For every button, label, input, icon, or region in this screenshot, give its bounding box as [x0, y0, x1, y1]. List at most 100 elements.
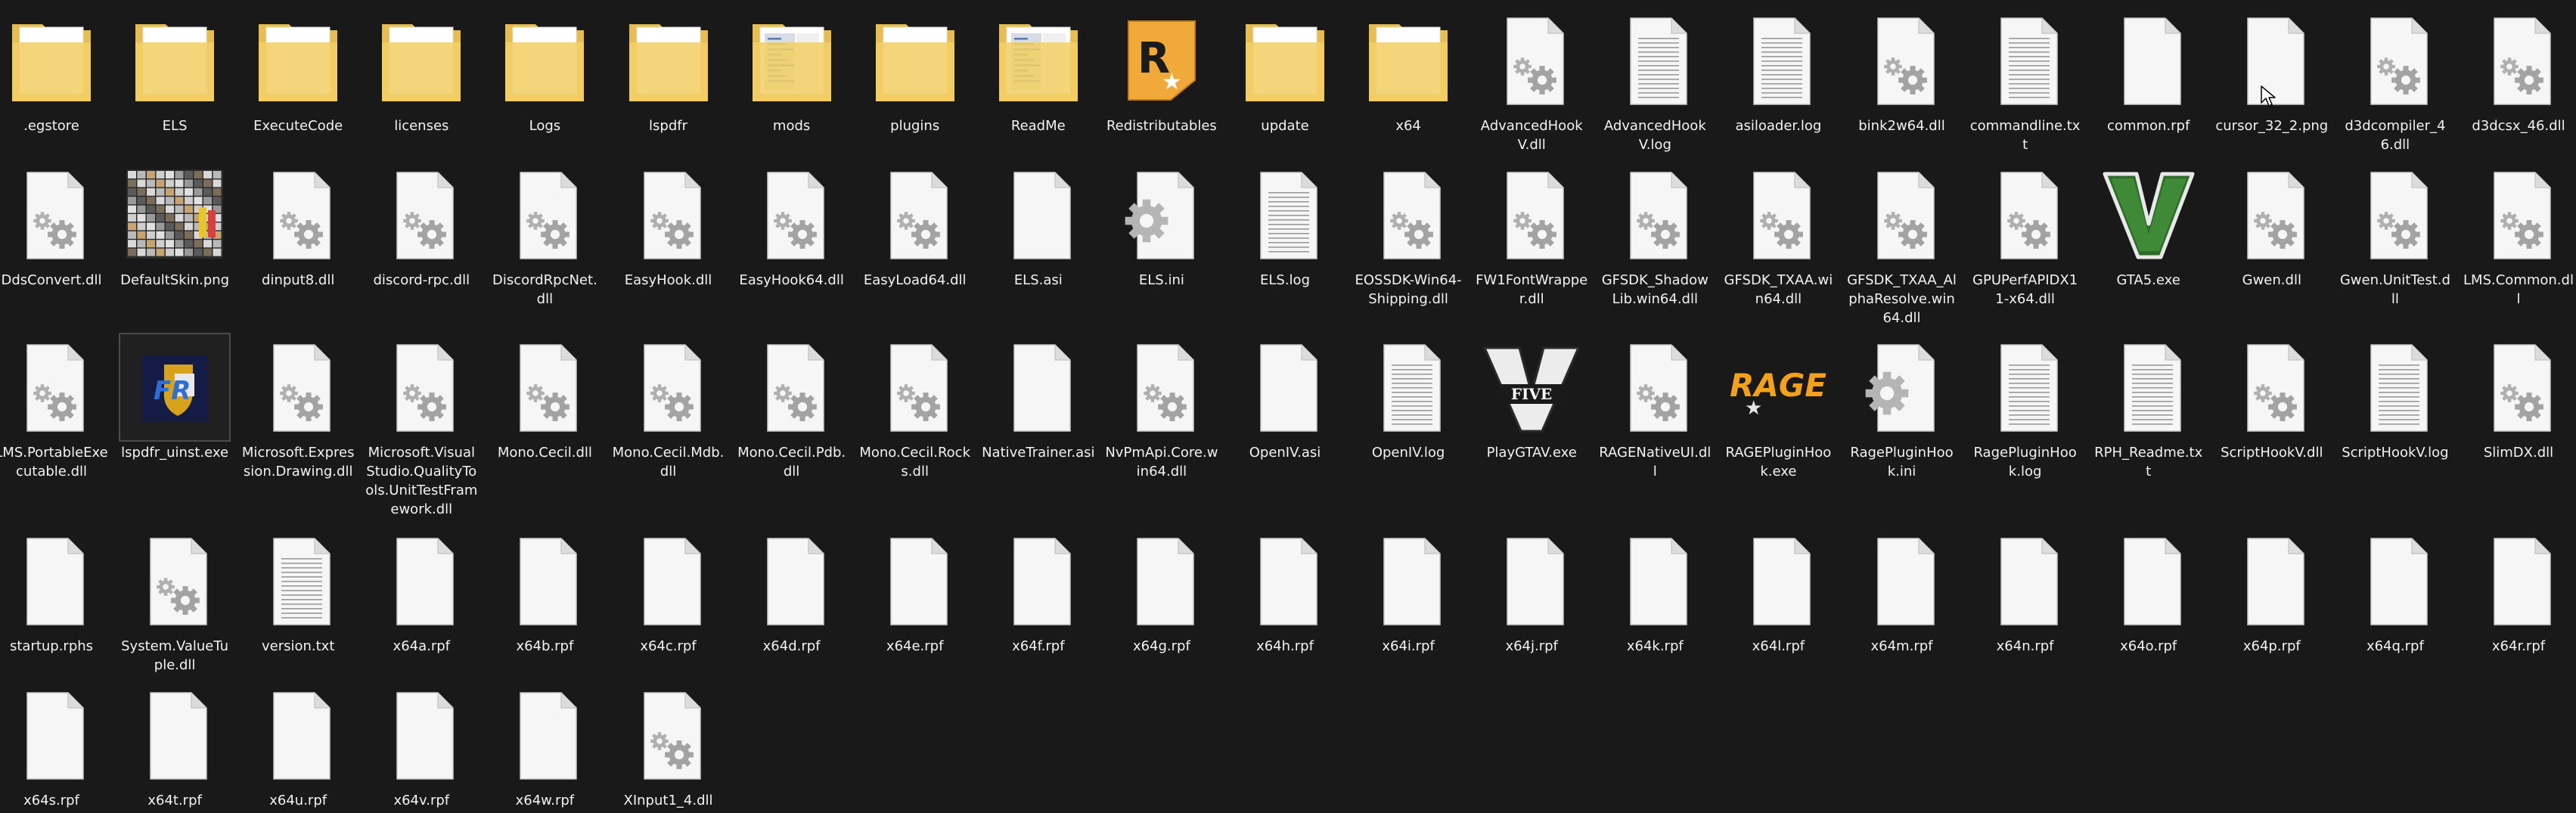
file-item[interactable]: EOSSDK-Win64-Shipping.dll — [1352, 162, 1465, 309]
file-item[interactable]: x64o.rpf — [2092, 528, 2205, 656]
file-item[interactable]: DdsConvert.dll — [0, 162, 108, 290]
file-item[interactable]: EasyHook.dll — [612, 162, 725, 290]
file-item[interactable]: version.txt — [241, 528, 355, 656]
file-item[interactable]: System.ValueTuple.dll — [118, 528, 231, 675]
file-item[interactable]: licenses — [365, 8, 478, 135]
file-item[interactable]: ExecuteCode — [241, 8, 355, 135]
file-item[interactable]: DefaultSkin.png — [118, 162, 231, 290]
file-item[interactable]: RAGE ★ RAGEPluginHook.exe — [1721, 334, 1835, 481]
file-item[interactable]: discord-rpc.dll — [365, 162, 478, 290]
file-item[interactable]: ScriptHookV.log — [2339, 334, 2452, 462]
file-item[interactable]: LMS.PortableExecutable.dll — [0, 334, 108, 481]
file-item[interactable]: AdvancedHookV.dll — [1475, 8, 1588, 154]
file-item[interactable]: GFSDK_TXAA_AlphaResolve.win64.dll — [1845, 162, 1959, 327]
file-item[interactable]: x64 — [1352, 8, 1465, 135]
file-item[interactable]: commandline.txt — [1969, 8, 2082, 154]
file-item[interactable]: NvPmApi.Core.win64.dll — [1105, 334, 1218, 481]
file-item[interactable]: ELS — [118, 8, 231, 135]
file-item[interactable]: GTA5.exe — [2092, 162, 2205, 290]
file-thumbnail — [861, 8, 970, 113]
file-item[interactable]: dinput8.dll — [241, 162, 355, 290]
dll-icon — [26, 344, 84, 432]
file-item[interactable]: x64g.rpf — [1105, 528, 1218, 656]
file-item[interactable]: DiscordRpcNet.dll — [488, 162, 601, 309]
file-item[interactable]: OpenIV.asi — [1228, 334, 1342, 462]
file-item[interactable]: LMS.Common.dll — [2462, 162, 2575, 309]
file-item[interactable]: Mono.Cecil.dll — [488, 334, 601, 462]
file-item[interactable]: Gwen.UnitTest.dll — [2339, 162, 2452, 309]
file-item[interactable]: x64p.rpf — [2215, 528, 2329, 656]
file-item[interactable]: ELS.log — [1228, 162, 1342, 290]
file-item[interactable]: NativeTrainer.asi — [982, 334, 1095, 462]
file-item[interactable]: Logs — [488, 8, 601, 135]
file-item[interactable]: bink2w64.dll — [1845, 8, 1959, 135]
file-item[interactable]: RAGENativeUI.dll — [1598, 334, 1712, 481]
file-item[interactable]: x64j.rpf — [1475, 528, 1588, 656]
file-item[interactable]: AdvancedHookV.log — [1598, 8, 1712, 154]
file-item[interactable]: x64c.rpf — [612, 528, 725, 656]
file-item[interactable]: plugins — [858, 8, 972, 135]
file-item[interactable]: x64k.rpf — [1598, 528, 1712, 656]
file-item[interactable]: x64t.rpf — [118, 682, 231, 810]
file-item[interactable]: x64v.rpf — [365, 682, 478, 810]
file-item[interactable]: RagePluginHook.ini — [1845, 334, 1959, 481]
file-item[interactable]: Gwen.dll — [2215, 162, 2329, 290]
file-item[interactable]: R ★ Redistributables — [1105, 8, 1218, 135]
file-item[interactable]: OpenIV.log — [1352, 334, 1465, 462]
file-item[interactable]: startup.rphs — [0, 528, 108, 656]
file-item[interactable]: FR lspdfr_uinst.exe — [118, 333, 231, 462]
file-item[interactable]: RPH_Readme.txt — [2092, 334, 2205, 481]
file-item[interactable]: GPUPerfAPIDX11-x64.dll — [1969, 162, 2082, 309]
file-item[interactable]: FW1FontWrapper.dll — [1475, 162, 1588, 309]
file-item[interactable]: ELS.asi — [982, 162, 1095, 290]
file-item[interactable]: x64h.rpf — [1228, 528, 1342, 656]
file-item[interactable]: Mono.Cecil.Rocks.dll — [858, 334, 972, 481]
file-item[interactable]: x64q.rpf — [2339, 528, 2452, 656]
file-item[interactable]: RagePluginHook.log — [1969, 334, 2082, 481]
file-name-label: .egstore — [23, 118, 79, 134]
file-item[interactable]: ReadMe — [982, 8, 1095, 135]
file-item[interactable]: ScriptHookV.dll — [2215, 334, 2329, 462]
file-item[interactable]: x64a.rpf — [365, 528, 478, 656]
file-item[interactable]: GFSDK_TXAA.win64.dll — [1721, 162, 1835, 309]
file-item[interactable]: XInput1_4.dll — [612, 682, 725, 810]
file-item[interactable]: x64b.rpf — [488, 528, 601, 656]
file-item[interactable]: mods — [735, 8, 849, 135]
file-item[interactable]: x64i.rpf — [1352, 528, 1465, 656]
file-item[interactable]: d3dcsx_46.dll — [2462, 8, 2575, 135]
file-item[interactable]: x64l.rpf — [1721, 528, 1835, 656]
blank-icon — [2370, 538, 2428, 625]
blank-icon — [1507, 538, 1564, 625]
file-item[interactable]: x64m.rpf — [1845, 528, 1959, 656]
file-item[interactable]: update — [1228, 8, 1342, 135]
file-item[interactable]: FIVE PlayGTAV.exe — [1475, 334, 1588, 462]
file-item[interactable]: ELS.ini — [1105, 162, 1218, 290]
file-thumbnail — [861, 334, 970, 440]
file-item[interactable]: EasyLoad64.dll — [858, 162, 972, 290]
file-item[interactable]: x64f.rpf — [982, 528, 1095, 656]
file-item[interactable]: Microsoft.VisualStudio.QualityTools.Unit… — [365, 334, 478, 519]
file-thumbnail — [2094, 334, 2203, 440]
file-item[interactable]: Microsoft.Expression.Drawing.dll — [241, 334, 355, 481]
dll-icon — [2000, 172, 2058, 259]
file-item[interactable]: common.rpf — [2092, 8, 2205, 135]
dll-icon — [520, 172, 578, 259]
file-item[interactable]: lspdfr — [612, 8, 725, 135]
file-item[interactable]: Mono.Cecil.Pdb.dll — [735, 334, 849, 481]
file-item[interactable]: SlimDX.dll — [2462, 334, 2575, 462]
file-item[interactable]: cursor_32_2.png — [2215, 8, 2329, 135]
file-item[interactable]: asiloader.log — [1721, 8, 1835, 135]
file-item[interactable]: x64u.rpf — [241, 682, 355, 810]
file-item[interactable]: x64r.rpf — [2462, 528, 2575, 656]
file-item[interactable]: GFSDK_ShadowLib.win64.dll — [1598, 162, 1712, 309]
file-item[interactable]: Mono.Cecil.Mdb.dll — [612, 334, 725, 481]
file-item[interactable]: x64d.rpf — [735, 528, 849, 656]
file-item[interactable]: x64e.rpf — [858, 528, 972, 656]
file-name-label: d3dcompiler_46.dll — [2345, 118, 2446, 153]
file-item[interactable]: EasyHook64.dll — [735, 162, 849, 290]
file-item[interactable]: x64w.rpf — [488, 682, 601, 810]
file-item[interactable]: x64s.rpf — [0, 682, 108, 810]
file-item[interactable]: .egstore — [0, 8, 108, 135]
file-item[interactable]: x64n.rpf — [1969, 528, 2082, 656]
file-item[interactable]: d3dcompiler_46.dll — [2339, 8, 2452, 154]
